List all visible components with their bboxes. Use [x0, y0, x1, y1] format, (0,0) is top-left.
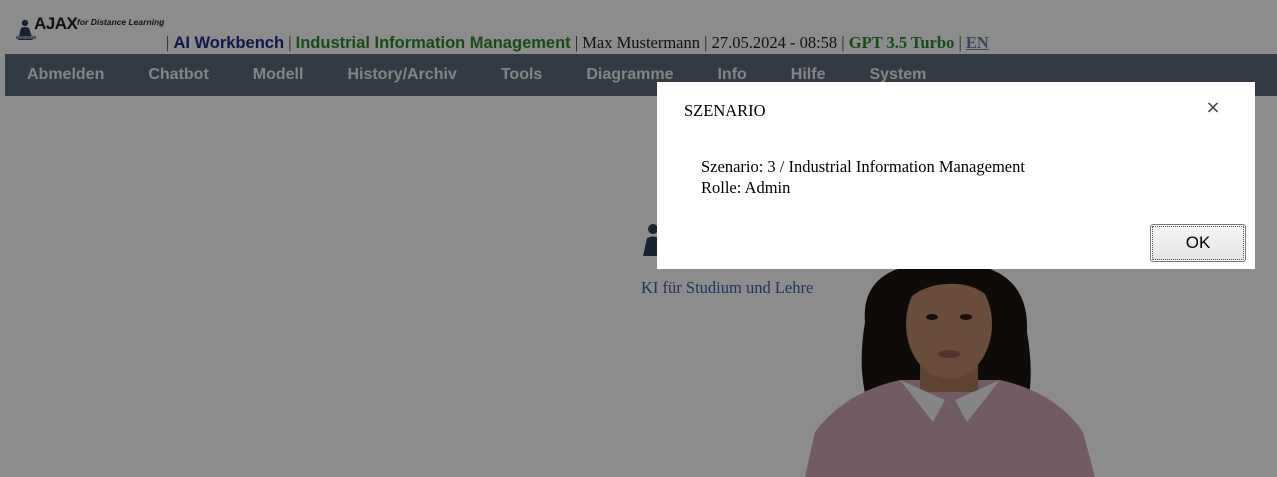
ok-button[interactable]: OK [1150, 224, 1246, 262]
dialog-title: SZENARIO [684, 101, 766, 120]
role-line: Rolle: Admin [701, 178, 791, 197]
scenario-dialog: SZENARIO × Szenario: 3 / Industrial Info… [657, 82, 1255, 269]
close-icon[interactable]: × [1205, 98, 1221, 118]
dialog-body: Szenario: 3 / Industrial Information Man… [701, 156, 1025, 198]
scenario-line: Szenario: 3 / Industrial Information Man… [701, 157, 1025, 176]
